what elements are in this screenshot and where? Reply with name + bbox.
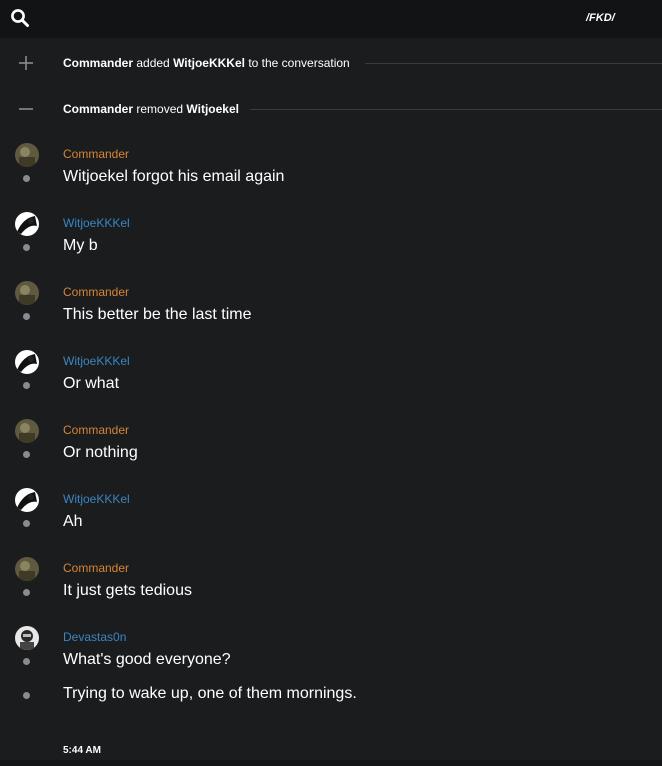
bottom-strip xyxy=(0,760,662,766)
top-bar: /FKD/ xyxy=(0,0,662,38)
message-dot xyxy=(23,244,30,251)
author-name[interactable]: Commander xyxy=(63,147,129,161)
author-name[interactable]: Commander xyxy=(63,423,129,437)
message-text: This better be the last time xyxy=(63,306,252,323)
minus-icon xyxy=(19,108,33,110)
message-dot xyxy=(23,658,30,665)
message-dot xyxy=(23,451,30,458)
author-name[interactable]: Devastas0n xyxy=(63,630,126,644)
message-dot xyxy=(23,313,30,320)
target-name[interactable]: WitjoeKKKel xyxy=(173,56,245,70)
system-event-removed: Commander removed Witjoekel xyxy=(0,99,662,119)
system-event-added: Commander added WitjoeKKKel to the conve… xyxy=(0,53,662,73)
search-icon[interactable] xyxy=(10,8,30,28)
divider xyxy=(365,63,662,64)
message-dot xyxy=(23,175,30,182)
avatar-commander[interactable] xyxy=(15,419,39,443)
divider xyxy=(250,109,662,110)
event-verb: added xyxy=(136,56,170,70)
event-verb: removed xyxy=(136,102,184,116)
system-event-text: Commander added WitjoeKKKel to the conve… xyxy=(63,56,350,70)
server-tag[interactable]: /FKD/ xyxy=(586,12,615,24)
message-text: Ah xyxy=(63,513,83,530)
message-text: Or what xyxy=(63,375,120,392)
message-dot xyxy=(23,692,30,699)
message-text: Trying to wake up, one of them mornings. xyxy=(63,685,357,702)
author-name[interactable]: WitjoeKKKel xyxy=(63,354,130,368)
message-text: It just gets tedious xyxy=(63,582,192,599)
message-line: Or what xyxy=(0,375,662,395)
system-event-text: Commander removed Witjoekel xyxy=(63,102,239,116)
actor-name[interactable]: Commander xyxy=(63,56,133,70)
avatar-witjoekkkel[interactable] xyxy=(15,350,39,374)
avatar-commander[interactable] xyxy=(15,281,39,305)
author-name[interactable]: Commander xyxy=(63,285,129,299)
message-line: Ah xyxy=(0,513,662,533)
author-name[interactable]: WitjoeKKKel xyxy=(63,216,130,230)
author-name[interactable]: Commander xyxy=(63,561,129,575)
message-line: My b xyxy=(0,237,662,257)
message-line: Witjoekel forgot his email again xyxy=(0,168,662,188)
message-dot xyxy=(23,382,30,389)
avatar-witjoekkkel[interactable] xyxy=(15,212,39,236)
avatar-commander[interactable] xyxy=(15,143,39,167)
target-name[interactable]: Witjoekel xyxy=(186,102,239,116)
message-text: Or nothing xyxy=(63,444,138,461)
event-suffix: to the conversation xyxy=(248,56,350,70)
actor-name[interactable]: Commander xyxy=(63,102,133,116)
message-dot xyxy=(23,520,30,527)
message-text: My b xyxy=(63,237,98,254)
message-line: Trying to wake up, one of them mornings. xyxy=(0,685,662,705)
message-text: What's good everyone? xyxy=(63,651,231,668)
avatar-witjoekkkel[interactable] xyxy=(15,488,39,512)
plus-icon xyxy=(19,56,33,70)
author-name[interactable]: WitjoeKKKel xyxy=(63,492,130,506)
message-line: What's good everyone? xyxy=(0,651,662,671)
message-line: Or nothing xyxy=(0,444,662,464)
message-line: This better be the last time xyxy=(0,306,662,326)
message-dot xyxy=(23,589,30,596)
timestamp: 5:44 AM xyxy=(63,745,101,756)
message-line: It just gets tedious xyxy=(0,582,662,602)
avatar-commander[interactable] xyxy=(15,557,39,581)
message-text: Witjoekel forgot his email again xyxy=(63,168,285,185)
avatar-devastas0n[interactable] xyxy=(15,626,39,650)
